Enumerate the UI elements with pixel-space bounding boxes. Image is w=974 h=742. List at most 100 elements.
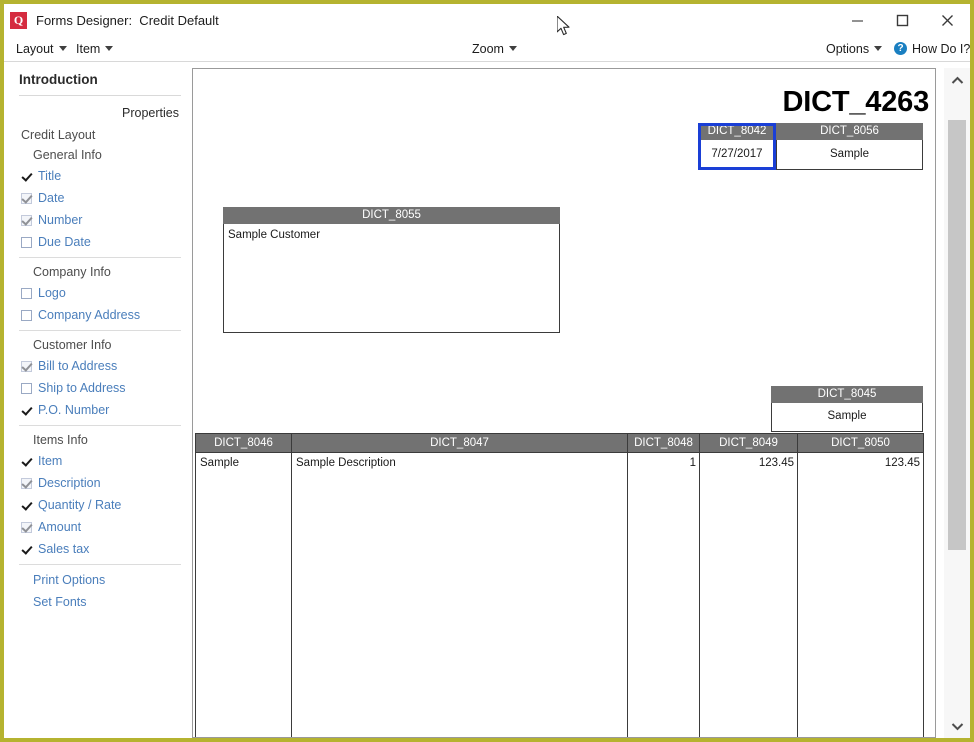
form-canvas[interactable]: DICT_4263 DICT_8042 7/27/2017 DICT_8056 …: [192, 68, 936, 738]
sidebar-item-label: Bill to Address: [38, 359, 118, 373]
menu-item[interactable]: Item: [76, 36, 114, 61]
window-controls: [835, 4, 970, 36]
document-title[interactable]: DICT_4263: [783, 86, 930, 119]
forms-designer-window: Q Forms Designer: Credit Default Layout …: [0, 0, 974, 742]
customer-block-value: Sample Customer: [223, 224, 560, 333]
sidebar-item-due-date[interactable]: Due Date: [8, 231, 190, 253]
table-cell: Sample: [195, 452, 292, 737]
menu-options[interactable]: Options: [826, 36, 883, 61]
items-table-header-row: DICT_8046 DICT_8047 DICT_8048 DICT_8049 DICT…: [195, 433, 924, 453]
checkbox-description[interactable]: [21, 477, 32, 489]
sidebar-link-print-options[interactable]: Print Options: [8, 569, 190, 591]
quickbooks-logo-icon: Q: [10, 11, 27, 29]
table-cell: Sample Description: [291, 452, 628, 737]
date-field-header: DICT_8042: [698, 123, 776, 140]
checkbox-title[interactable]: [21, 170, 32, 182]
customer-block[interactable]: DICT_8055 Sample Customer: [223, 207, 560, 333]
how-do-i-button[interactable]: ? How Do I?: [894, 36, 970, 61]
sidebar-item-label: Ship to Address: [38, 381, 126, 395]
sidebar-separator: [19, 564, 181, 565]
chevron-down-icon: [105, 46, 114, 51]
sidebar-item-logo[interactable]: Logo: [8, 282, 190, 304]
help-icon: ?: [894, 42, 907, 55]
vertical-scrollbar[interactable]: [944, 68, 970, 738]
sidebar-title: Introduction: [19, 72, 98, 87]
checkbox-number[interactable]: [21, 214, 32, 226]
number-field-value: Sample: [776, 140, 923, 170]
scroll-up-button[interactable]: [944, 68, 970, 92]
properties-sidebar: Introduction Properties Credit Layout Ge…: [8, 63, 190, 738]
scrollbar-track[interactable]: [944, 92, 970, 714]
date-field-block[interactable]: DICT_8042 7/27/2017: [698, 123, 776, 170]
sidebar-group-items-info: Items Info: [33, 433, 88, 447]
customer-block-header: DICT_8055: [223, 207, 560, 224]
checkbox-p-o-number[interactable]: [21, 404, 32, 416]
sidebar-item-quantity-rate[interactable]: Quantity / Rate: [8, 494, 190, 516]
sidebar-item-sales-tax[interactable]: Sales tax: [8, 538, 190, 560]
checkbox-item[interactable]: [21, 455, 32, 467]
menu-toolbar: Layout Item Zoom Options ? How Do I?: [4, 36, 970, 62]
checkbox-date[interactable]: [21, 192, 32, 204]
sidebar-item-p-o-number[interactable]: P.O. Number: [8, 399, 190, 421]
checkbox-ship-to-address[interactable]: [21, 382, 32, 394]
sidebar-item-label: Quantity / Rate: [38, 498, 122, 512]
sidebar-item-title[interactable]: Title: [8, 165, 190, 187]
sidebar-item-label: Logo: [38, 286, 66, 300]
header-fields-group: DICT_8042 7/27/2017 DICT_8056 Sample: [698, 123, 923, 170]
checkbox-logo[interactable]: [21, 287, 32, 299]
menu-layout-label: Layout: [16, 41, 54, 56]
sidebar-link-set-fonts[interactable]: Set Fonts: [8, 591, 190, 613]
table-cell: 123.45: [797, 452, 924, 737]
layout-name-label: Credit Layout: [21, 128, 96, 142]
sidebar-item-date[interactable]: Date: [8, 187, 190, 209]
form-page: DICT_4263 DICT_8042 7/27/2017 DICT_8056 …: [193, 69, 935, 737]
sidebar-item-label: Sales tax: [38, 542, 90, 556]
checkbox-amount[interactable]: [21, 521, 32, 533]
table-row[interactable]: Sample Sample Description 1 123.45 123.45: [195, 452, 924, 737]
sales-tax-block[interactable]: DICT_8045 Sample: [771, 386, 923, 432]
items-table[interactable]: DICT_8046 DICT_8047 DICT_8048 DICT_8049 DICT…: [195, 433, 924, 737]
sidebar-group-customer-info: Customer Info: [33, 338, 112, 352]
menu-options-label: Options: [826, 41, 870, 56]
menu-layout[interactable]: Layout: [16, 36, 67, 61]
sidebar-item-company-address[interactable]: Company Address: [8, 304, 190, 326]
sidebar-item-ship-to-address[interactable]: Ship to Address: [8, 377, 190, 399]
sidebar-item-label: Company Address: [38, 308, 141, 322]
checkbox-due-date[interactable]: [21, 236, 32, 248]
sidebar-group-company-info: Company Info: [33, 265, 111, 279]
date-field-value: 7/27/2017: [698, 140, 776, 170]
sidebar-item-label: Amount: [38, 520, 82, 534]
number-field-block[interactable]: DICT_8056 Sample: [776, 123, 923, 170]
sidebar-item-bill-to-address[interactable]: Bill to Address: [8, 355, 190, 377]
items-column-header[interactable]: DICT_8046: [195, 433, 292, 453]
title-bar: Q Forms Designer: Credit Default: [4, 4, 970, 36]
sidebar-item-label: P.O. Number: [38, 403, 110, 417]
number-field-header: DICT_8056: [776, 123, 923, 140]
sales-tax-value: Sample: [771, 403, 923, 432]
checkbox-company-address[interactable]: [21, 309, 32, 321]
how-do-i-label: How Do I?: [912, 41, 971, 56]
sidebar-item-number[interactable]: Number: [8, 209, 190, 231]
items-column-header[interactable]: DICT_8049: [699, 433, 798, 453]
minimize-button[interactable]: [835, 4, 880, 36]
window-title: Forms Designer: Credit Default: [36, 12, 219, 28]
items-column-header[interactable]: DICT_8047: [291, 433, 628, 453]
sidebar-item-item[interactable]: Item: [8, 450, 190, 472]
sidebar-item-label: Due Date: [38, 235, 91, 249]
checkbox-bill-to-address[interactable]: [21, 360, 32, 372]
close-button[interactable]: [925, 4, 970, 36]
scroll-down-button[interactable]: [944, 714, 970, 738]
scrollbar-thumb[interactable]: [948, 120, 966, 550]
checkbox-sales-tax[interactable]: [21, 543, 32, 555]
items-column-header[interactable]: DICT_8050: [797, 433, 924, 453]
sidebar-item-amount[interactable]: Amount: [8, 516, 190, 538]
sidebar-item-description[interactable]: Description: [8, 472, 190, 494]
chevron-down-icon: [58, 46, 67, 51]
sales-tax-header: DICT_8045: [771, 386, 923, 403]
items-column-header[interactable]: DICT_8048: [627, 433, 700, 453]
sidebar-item-label: Description: [38, 476, 101, 490]
sidebar-separator: [19, 257, 181, 258]
maximize-button[interactable]: [880, 4, 925, 36]
menu-zoom[interactable]: Zoom: [472, 36, 517, 61]
checkbox-quantity-rate[interactable]: [21, 499, 32, 511]
